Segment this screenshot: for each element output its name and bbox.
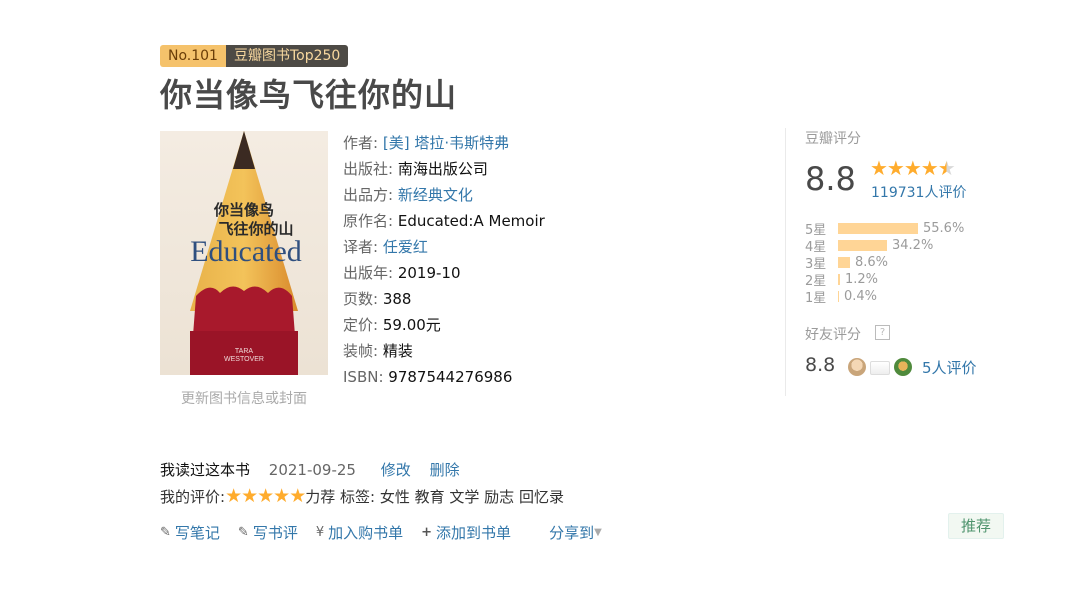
cover-author-2: WESTOVER xyxy=(224,356,264,363)
rank-number: No.101 xyxy=(160,45,226,67)
original-title-label: 原作名: xyxy=(343,212,394,230)
add-list-label: 添加到书单 xyxy=(436,524,512,542)
rating-row-percent: 8.6% xyxy=(855,255,889,270)
rating-bar xyxy=(838,223,918,234)
update-cover-link[interactable]: 更新图书信息或封面 xyxy=(160,388,328,408)
write-review-label: 写书评 xyxy=(252,524,298,542)
friend-avatar[interactable] xyxy=(894,358,912,376)
year-value: 2019-10 xyxy=(397,264,461,282)
votes-link[interactable]: 119731人评价 xyxy=(871,182,966,202)
price-value: 59.00元 xyxy=(382,316,441,334)
rating-row: 1星 0.4% xyxy=(805,288,964,306)
read-status: 我读过这本书 xyxy=(160,461,251,479)
my-rating-word: 力荐 xyxy=(305,488,336,506)
producer-link[interactable]: 新经典文化 xyxy=(398,186,473,204)
add-cart-label: 加入购书单 xyxy=(328,524,404,542)
rating-row-percent: 1.2% xyxy=(845,272,879,287)
rating-bar xyxy=(838,291,839,302)
friend-votes-link[interactable]: 5人评价 xyxy=(922,357,977,378)
douban-rating-label: 豆瓣评分 xyxy=(805,131,861,147)
caret-down-icon: ▼ xyxy=(594,527,602,538)
cover-author-1: TARA xyxy=(235,348,253,355)
price-label: 定价: xyxy=(343,316,379,334)
author-link[interactable]: [美] 塔拉·韦斯特弗 xyxy=(383,134,509,152)
rating-row-percent: 55.6% xyxy=(923,221,965,236)
pencil-icon: ✎ xyxy=(237,525,249,540)
year-label: 出版年: xyxy=(343,264,394,282)
rating-bar xyxy=(838,274,840,285)
binding-value: 精装 xyxy=(382,342,413,360)
binding-label: 装帧: xyxy=(343,342,379,360)
write-note-label: 写笔记 xyxy=(174,524,220,542)
edit-link[interactable]: 修改 xyxy=(381,461,411,479)
tags-value: 女性 教育 文学 励志 回忆录 xyxy=(379,488,564,506)
share-label: 分享到 xyxy=(549,524,595,542)
publisher-value: 南海出版公司 xyxy=(397,160,488,178)
delete-link[interactable]: 删除 xyxy=(430,461,460,479)
pages-value: 388 xyxy=(382,290,412,308)
add-cart-button[interactable]: ¥ 加入购书单 xyxy=(316,522,403,543)
recommend-button[interactable]: 推荐 xyxy=(948,513,1004,539)
rating-bar xyxy=(838,257,850,268)
add-list-button[interactable]: + 添加到书单 xyxy=(421,522,511,543)
publisher-label: 出版社: xyxy=(343,160,394,178)
author-label: 作者: xyxy=(343,134,379,152)
rating-row-percent: 0.4% xyxy=(844,289,878,304)
top250-list-label: 豆瓣图书Top250 xyxy=(225,45,349,67)
rating-bar xyxy=(838,240,887,251)
my-rating-line: 我的评价:★★★★★力荐 标签: 女性 教育 文学 励志 回忆录 xyxy=(160,485,564,507)
top250-badge[interactable]: No.101 豆瓣图书Top250 xyxy=(160,45,349,67)
read-date: 2021-09-25 xyxy=(268,461,356,479)
rating-row: 5星 55.6% xyxy=(805,220,965,238)
rating-row: 3星 8.6% xyxy=(805,254,964,272)
book-cover[interactable]: 你当像鸟 飞往你的山 Educated TARA WESTOVER xyxy=(160,131,328,375)
plus-icon: + xyxy=(421,525,433,540)
half-star-icon: ★ xyxy=(937,156,956,180)
translator-link[interactable]: 任爱红 xyxy=(383,238,428,256)
cover-en-title: Educated xyxy=(190,235,302,268)
action-bar: ✎ 写笔记 ✎ 写书评 ¥ 加入购书单 + 添加到书单 分享到 ▼ xyxy=(160,522,620,543)
producer-label: 出品方: xyxy=(343,186,394,204)
friend-avatar[interactable] xyxy=(870,361,890,375)
write-note-button[interactable]: ✎ 写笔记 xyxy=(160,522,220,543)
help-icon[interactable]: ? xyxy=(875,325,890,340)
yen-icon: ¥ xyxy=(315,525,325,540)
book-title: 你当像鸟飞往你的山 xyxy=(160,76,458,114)
translator-label: 译者: xyxy=(343,238,379,256)
book-info: 作者: [美] 塔拉·韦斯特弗 出版社: 南海出版公司 出品方: 新经典文化 原… xyxy=(343,130,545,390)
rating-distribution: 5星 55.6% 4星 34.2% 3星 8.6% 2星 1.2% 1星 0.4% xyxy=(805,220,965,306)
rating-row-percent: 34.2% xyxy=(892,238,934,253)
tags-label: 标签: xyxy=(340,488,376,506)
friend-rating-label: 好友评分 xyxy=(805,327,861,343)
isbn-value: 9787544276986 xyxy=(388,368,513,386)
pencil-icon: ✎ xyxy=(160,525,171,540)
read-status-line: 我读过这本书 2021-09-25 修改 删除 xyxy=(160,459,460,480)
my-rating-label: 我的评价: xyxy=(160,488,226,506)
rating-row: 2星 1.2% xyxy=(805,271,964,289)
original-title-value: Educated:A Memoir xyxy=(397,212,545,230)
rating-row: 4星 34.2% xyxy=(805,237,964,255)
isbn-label: ISBN: xyxy=(343,368,384,386)
rating-stars: ★★★★★ xyxy=(870,156,956,180)
write-review-button[interactable]: ✎ 写书评 xyxy=(238,522,298,543)
friend-score: 8.8 xyxy=(805,354,836,376)
douban-score: 8.8 xyxy=(805,160,856,198)
cover-cn-title-1: 你当像鸟 xyxy=(213,201,274,219)
share-button[interactable]: 分享到 ▼ xyxy=(549,522,602,543)
friend-avatar[interactable] xyxy=(848,358,866,376)
star-icon: ★★★★ xyxy=(870,156,939,180)
my-rating-stars: ★★★★★ xyxy=(225,485,306,507)
rating-row-label: 1星 xyxy=(805,291,827,306)
pages-label: 页数: xyxy=(343,290,379,308)
rating-divider xyxy=(785,128,786,396)
